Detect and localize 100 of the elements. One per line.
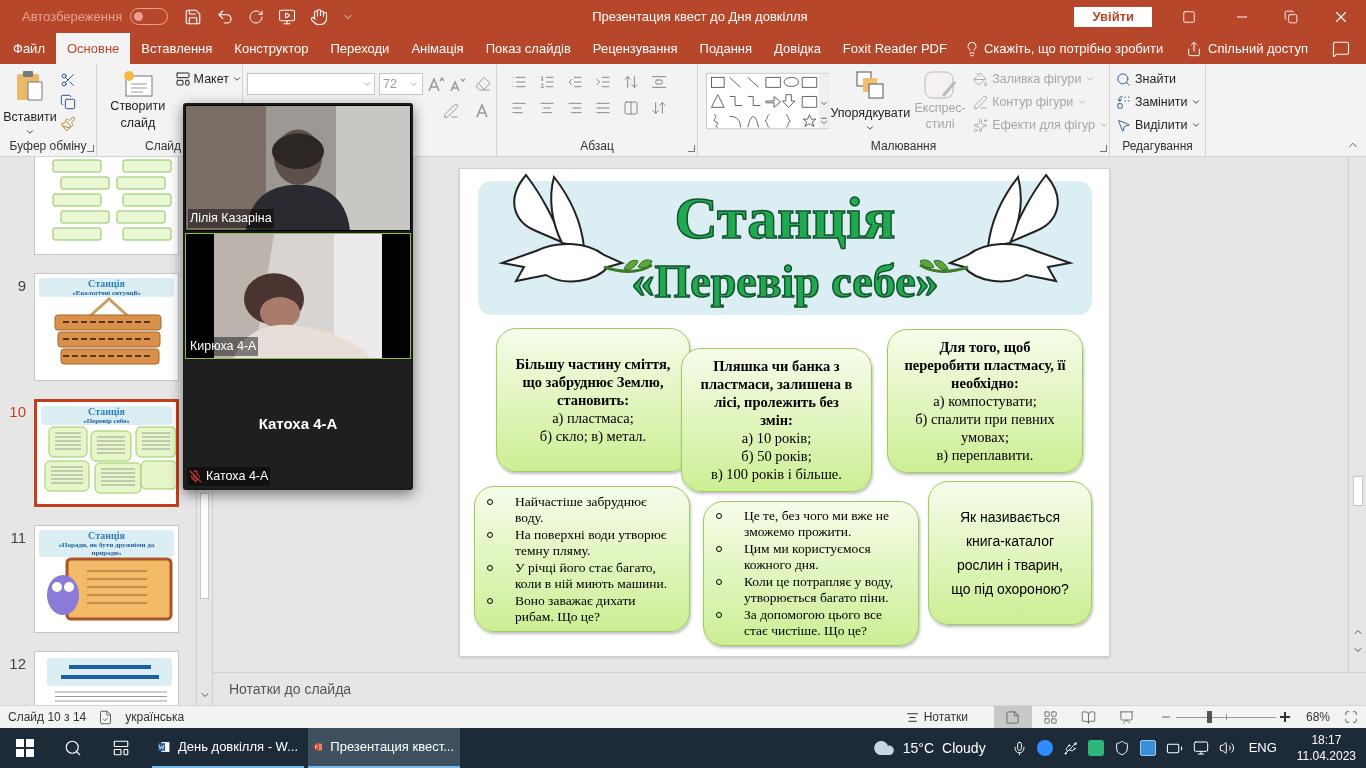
clock-time[interactable]: 18:17 (1311, 732, 1342, 748)
input-language[interactable]: ENG (1248, 738, 1277, 758)
present-icon[interactable] (278, 7, 297, 26)
notes-button[interactable]: Нотатки (905, 708, 968, 726)
zoom-slider[interactable] (1175, 711, 1276, 723)
bullets-icon[interactable] (511, 74, 527, 90)
tell-me-field[interactable]: Скажіть, що потрібно зробити (983, 38, 1164, 59)
riddle-line: Цим ми користуємося кожного дня. (744, 541, 872, 573)
comments-icon[interactable] (1332, 39, 1350, 58)
monitor-app-tray-icon[interactable] (1139, 740, 1156, 756)
fit-slide-icon[interactable] (1344, 710, 1358, 724)
weather-condition[interactable]: Cloudy (942, 737, 986, 759)
ribbon-tab[interactable]: Конструктор (223, 33, 320, 64)
align-left-icon[interactable] (511, 100, 527, 116)
scrollbar-thumb[interactable] (200, 493, 209, 599)
task-view-icon[interactable] (112, 739, 130, 757)
participant-tile[interactable]: Кирюха 4-А (185, 233, 411, 359)
group-label: Слайд (145, 138, 182, 155)
editing-button[interactable]: Знайти (1116, 70, 1205, 88)
ribbon-tab[interactable]: Рецензування (581, 33, 689, 64)
align-right-icon[interactable] (567, 100, 583, 116)
clear-formatting-icon[interactable] (475, 76, 491, 92)
ribbon-tab[interactable]: Основне (55, 33, 131, 64)
shrink-font-icon[interactable] (449, 76, 465, 92)
text-direction-icon[interactable] (651, 74, 667, 90)
participant-tile[interactable]: Лілія Казаріна (185, 105, 411, 231)
ribbon-tab[interactable]: Довідка (763, 33, 832, 64)
answer-option: а) пластмаса; (552, 409, 634, 427)
numbering-icon[interactable] (539, 74, 555, 90)
ribbon-display-icon[interactable] (1182, 9, 1196, 24)
sign-in-button[interactable]: Увійти (1074, 6, 1152, 27)
paste-button[interactable]: Вставити (0, 70, 60, 137)
shapes-gallery[interactable] (706, 70, 830, 132)
question-text: Як називається книга-каталог рослин і тварин, що під охороною? (950, 508, 1070, 599)
participant-tile[interactable]: Катоха 4-А Катоха 4-А (185, 361, 411, 488)
view-button[interactable] (993, 705, 1032, 729)
slide-subtitle: «Перевір себе» (631, 255, 939, 309)
copy-icon[interactable] (60, 94, 76, 110)
taskbar-app[interactable]: Презентация квест... (308, 728, 460, 768)
editing-button[interactable]: Замінити (1116, 93, 1205, 111)
align-text-icon[interactable] (651, 100, 667, 116)
ribbon-tab[interactable]: Вставлення (130, 33, 224, 64)
ribbon-tab[interactable]: Файл (2, 33, 56, 64)
layout-button[interactable]: Макет (174, 70, 242, 89)
zoom-in-icon[interactable] (1279, 712, 1290, 722)
spelling-icon[interactable] (98, 709, 114, 725)
projector-icon (1119, 709, 1135, 725)
weather-temperature[interactable]: 15°C (902, 737, 935, 759)
shield-icon[interactable] (1113, 740, 1130, 756)
undo-icon[interactable] (216, 7, 235, 26)
restore-icon[interactable] (1284, 9, 1298, 24)
increase-indent-icon[interactable] (595, 74, 611, 90)
slide-thumbnail[interactable] (34, 157, 179, 255)
grid-icon (1043, 709, 1059, 725)
ribbon-tab[interactable]: Показ слайдів (474, 33, 582, 64)
zoom-percent[interactable]: 68% (1305, 708, 1330, 726)
sync-app-tray-icon[interactable] (1087, 740, 1104, 756)
dialog-launcher-icon[interactable] (1100, 145, 1107, 152)
editing-button[interactable]: Виділити (1116, 116, 1205, 134)
justify-icon[interactable] (595, 100, 611, 116)
cut-icon[interactable] (60, 72, 76, 88)
dialog-launcher-icon[interactable] (87, 145, 94, 152)
network-icon[interactable] (1192, 740, 1209, 756)
new-slide-button[interactable]: Створити слайд (101, 70, 175, 136)
font-name-field[interactable] (247, 73, 375, 95)
redo-icon[interactable] (248, 8, 265, 25)
line-spacing-icon[interactable] (623, 74, 639, 90)
autosave-label: Автозбереження (22, 7, 123, 26)
usb-icon[interactable] (1062, 740, 1078, 756)
volume-icon[interactable] (1218, 740, 1235, 756)
ribbon-tab[interactable]: Анімація (400, 33, 475, 64)
start-icon[interactable] (16, 739, 34, 757)
layout-icon (174, 71, 191, 88)
notes-field[interactable]: Нотатки до слайда (229, 678, 352, 700)
thumbnail-title: Станція (88, 406, 125, 417)
zoom-thumb[interactable] (1206, 711, 1212, 723)
ribbon-tab[interactable]: Подання (688, 33, 764, 64)
grow-font-icon[interactable] (427, 76, 445, 92)
participant-name: Кирюха 4-А (188, 337, 259, 356)
format-painter-icon[interactable] (60, 116, 76, 132)
font-color-icon[interactable] (475, 103, 489, 119)
clock-date[interactable]: 11.04.2023 (1296, 748, 1356, 764)
decrease-indent-icon[interactable] (567, 74, 583, 90)
touch-mode-icon[interactable] (310, 7, 329, 26)
share-button[interactable]: Спільний доступ (1186, 38, 1308, 59)
arrange-button[interactable]: Упорядкувати (829, 70, 912, 136)
search-icon[interactable] (64, 739, 82, 757)
microphone-icon[interactable] (1011, 740, 1027, 756)
fill-bucket-icon (973, 71, 989, 87)
taskbar-app[interactable]: День довкілля - W... (152, 728, 304, 768)
columns-icon[interactable] (623, 100, 639, 116)
ribbon-tab[interactable]: Переходи (319, 33, 401, 64)
scrollbar-thumb[interactable] (1352, 476, 1363, 506)
save-icon[interactable] (184, 7, 203, 26)
group-label: Редагування (1122, 138, 1193, 155)
dialog-launcher-icon[interactable] (688, 145, 695, 152)
ribbon-tab[interactable]: Foxit Reader PDF (831, 33, 958, 64)
align-center-icon[interactable] (539, 100, 555, 116)
video-app-tray-icon[interactable] (1036, 740, 1053, 756)
language-label[interactable]: українська (125, 708, 185, 726)
